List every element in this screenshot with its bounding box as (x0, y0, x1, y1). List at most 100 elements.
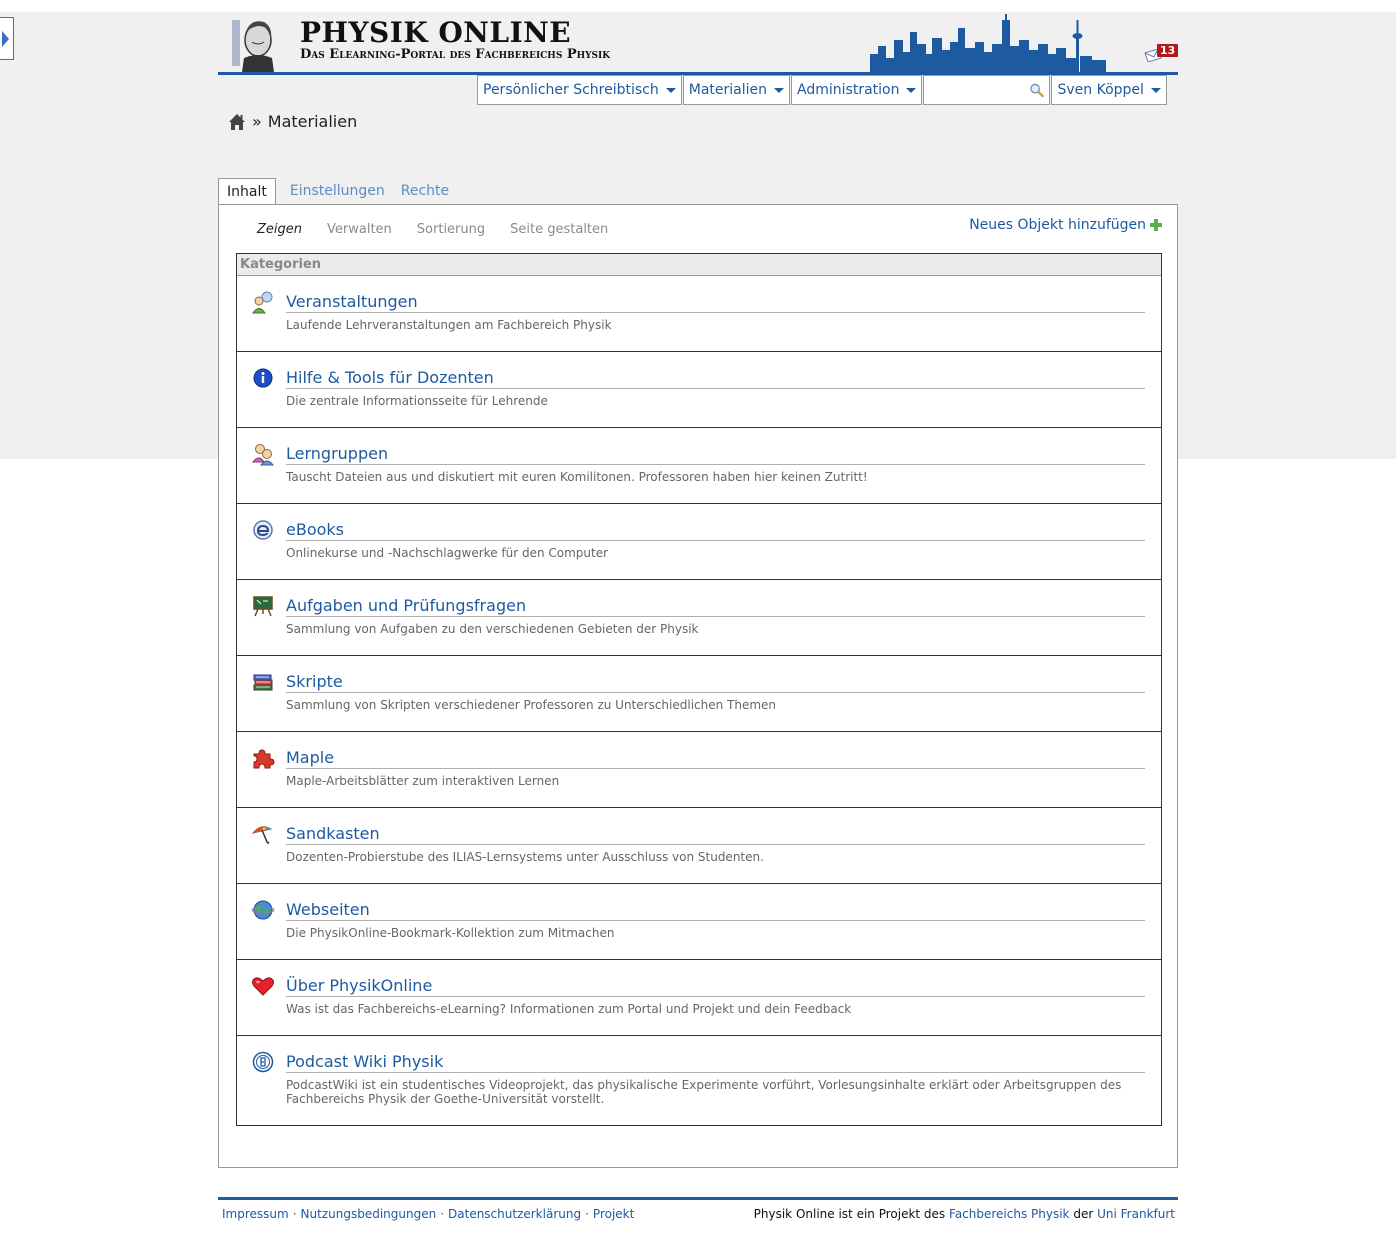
footer-link-department[interactable]: Fachbereichs Physik (949, 1207, 1070, 1221)
footer-credit-mid: der (1073, 1207, 1094, 1221)
menu-user[interactable]: Sven Köppel (1051, 75, 1167, 105)
tab-bar: Inhalt Einstellungen Rechte (218, 178, 457, 206)
category-description: PodcastWiki ist ein studentisches Videop… (286, 1078, 1122, 1106)
category-title-row: Aufgaben und Prüfungsfragen (286, 596, 1145, 617)
footer-links: Impressum · Nutzungsbedingungen · Datenschut… (222, 1207, 634, 1221)
category-title-row: eBooks (286, 520, 1145, 541)
category-title-row: Webseiten (286, 900, 1145, 921)
category-title-row: Lerngruppen (286, 444, 1145, 465)
mail-count-badge: 13 (1157, 44, 1179, 57)
category-description: Sammlung von Aufgaben zu den verschieden… (286, 622, 699, 636)
category-title-row: Podcast Wiki Physik (286, 1052, 1145, 1073)
footer-credit-prefix: Physik Online ist ein Projekt des (753, 1207, 946, 1221)
menu-materials-label: Materialien (688, 82, 768, 98)
menu-user-label: Sven Köppel (1057, 82, 1144, 98)
home-icon[interactable] (228, 113, 246, 131)
category-link[interactable]: Podcast Wiki Physik (286, 1052, 443, 1071)
main-menu: Persönlicher Schreibtisch Materialien Ad… (477, 75, 1168, 105)
list-item: Hilfe & Tools für Dozenten Die zentrale … (237, 352, 1161, 428)
plus-icon (1150, 219, 1162, 231)
category-title-row: Skripte (286, 672, 1145, 693)
tab-permissions[interactable]: Rechte (393, 178, 457, 205)
footer-separator: · (292, 1207, 297, 1221)
menu-personal-desktop[interactable]: Persönlicher Schreibtisch (477, 75, 682, 105)
categories-block: Kategorien Veranstaltungen Laufende Lehr… (236, 253, 1162, 1126)
site-header: PHYSIK ONLINE Das Elearning-Portal des F… (218, 12, 1179, 76)
footer-link-impressum[interactable]: Impressum (222, 1207, 289, 1221)
subtab-sorting[interactable]: Sortierung (417, 222, 485, 237)
ebook-icon (253, 520, 273, 540)
search-input[interactable] (929, 81, 1030, 99)
list-item: Veranstaltungen Laufende Lehrveranstaltu… (237, 276, 1161, 352)
footer-link-terms[interactable]: Nutzungsbedingungen (301, 1207, 437, 1221)
category-link[interactable]: Skripte (286, 672, 343, 691)
category-link[interactable]: eBooks (286, 520, 344, 539)
add-new-object-button[interactable]: Neues Objekt hinzufügen (969, 217, 1162, 233)
subtab-page-design[interactable]: Seite gestalten (510, 222, 608, 237)
footer-link-project[interactable]: Projekt (593, 1207, 634, 1221)
category-title-row: Hilfe & Tools für Dozenten (286, 368, 1145, 389)
chevron-down-icon (1150, 87, 1161, 93)
chevron-down-icon (665, 87, 676, 93)
footer-separator: · (585, 1207, 589, 1221)
menu-personal-desktop-label: Persönlicher Schreibtisch (483, 82, 659, 98)
chevron-down-icon (906, 87, 917, 93)
sidebar-toggle[interactable] (0, 17, 14, 60)
list-item: Sandkasten Dozenten-Probierstube des ILI… (237, 808, 1161, 884)
category-link[interactable]: Über PhysikOnline (286, 976, 432, 995)
site-footer: Impressum · Nutzungsbedingungen · Datenschut… (218, 1197, 1178, 1227)
list-item: Podcast Wiki Physik PodcastWiki ist ein … (237, 1036, 1161, 1126)
search-icon[interactable] (1029, 82, 1045, 98)
menu-administration[interactable]: Administration (791, 75, 923, 105)
footer-link-privacy[interactable]: Datenschutzerklärung (448, 1207, 581, 1221)
books-icon (253, 674, 273, 691)
category-title-row: Veranstaltungen (286, 292, 1145, 313)
site-title[interactable]: PHYSIK ONLINE (300, 18, 571, 48)
category-description: Sammlung von Skripten verschiedener Prof… (286, 698, 777, 712)
footer-credit: Physik Online ist ein Projekt des Fachbe… (754, 1207, 1175, 1221)
category-title-row: Sandkasten (286, 824, 1145, 845)
course-users-icon (252, 291, 273, 314)
globe-icon (251, 900, 275, 920)
subtab-show[interactable]: Zeigen (257, 222, 302, 237)
category-title-row: Maple (286, 748, 1145, 769)
goethe-portrait-logo[interactable] (228, 12, 276, 72)
umbrella-icon (251, 826, 273, 844)
chevron-down-icon (774, 87, 785, 93)
category-link[interactable]: Maple (286, 748, 334, 767)
list-item: Skripte Sammlung von Skripten verschiede… (237, 656, 1161, 732)
tab-content[interactable]: Inhalt (218, 178, 276, 206)
footer-link-university[interactable]: Uni Frankfurt (1097, 1207, 1175, 1221)
subtab-manage[interactable]: Verwalten (327, 222, 392, 237)
category-link[interactable]: Aufgaben und Prüfungsfragen (286, 596, 526, 615)
frankfurt-skyline-graphic (870, 14, 1106, 72)
breadcrumb: » Materialien (228, 112, 357, 131)
category-link[interactable]: Sandkasten (286, 824, 380, 843)
list-item: Aufgaben und Prüfungsfragen Sammlung von… (237, 580, 1161, 656)
breadcrumb-current: Materialien (267, 112, 358, 131)
category-link[interactable]: Lerngruppen (286, 444, 388, 463)
tab-settings[interactable]: Einstellungen (282, 178, 393, 205)
list-item: Webseiten Die PhysikOnline-Bookmark-Koll… (237, 884, 1161, 960)
category-description: Die zentrale Informationsseite für Lehre… (286, 394, 548, 408)
search-box (923, 75, 1051, 105)
category-link[interactable]: Hilfe & Tools für Dozenten (286, 368, 494, 387)
add-new-object-label: Neues Objekt hinzufügen (969, 217, 1146, 233)
category-description: Was ist das Fachbereichs-eLearning? Info… (286, 1002, 852, 1016)
chalkboard-icon (253, 596, 273, 617)
menu-materials[interactable]: Materialien (682, 75, 791, 105)
podcast-icon (252, 1051, 274, 1073)
category-link[interactable]: Webseiten (286, 900, 370, 919)
mail-notification[interactable]: 13 (1144, 43, 1182, 63)
content-panel: Zeigen Verwalten Sortierung Seite gestal… (218, 204, 1178, 1168)
category-link[interactable]: Veranstaltungen (286, 292, 418, 311)
puzzle-icon (253, 749, 275, 769)
category-description: Onlinekurse und -Nachschlagwerke für den… (286, 546, 609, 560)
list-item: Über PhysikOnline Was ist das Fachbereic… (237, 960, 1161, 1036)
info-icon (253, 368, 273, 388)
category-description: Dozenten-Probierstube des ILIAS-Lernsyst… (286, 850, 764, 864)
category-title-row: Über PhysikOnline (286, 976, 1145, 997)
heart-icon (252, 977, 274, 996)
site-subtitle: Das Elearning-Portal des Fachbereichs Ph… (300, 47, 611, 62)
list-item: Maple Maple-Arbeitsblätter zum interakti… (237, 732, 1161, 808)
